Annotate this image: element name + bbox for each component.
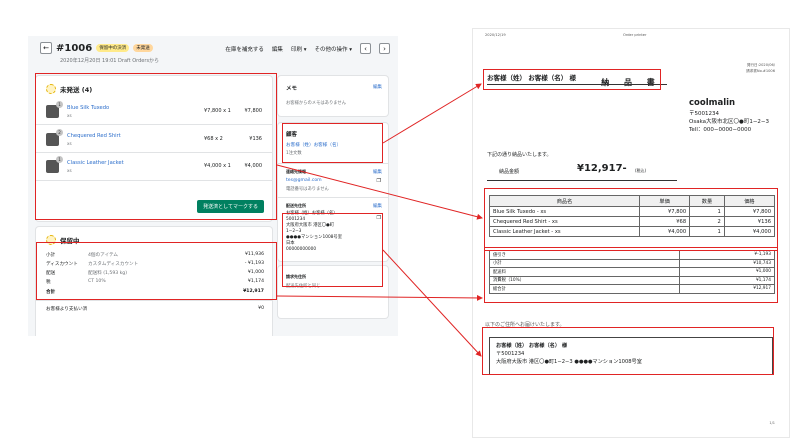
company-phone: Tell：000−0000−0000 bbox=[689, 127, 752, 133]
highlight-box bbox=[35, 73, 277, 220]
delivery-note: 下記の通り納品いたします。 bbox=[487, 152, 552, 158]
company-address: Osaka大阪市北区〇●町1−2−3 bbox=[689, 119, 770, 125]
issue-date: 発行日:2020/06/ bbox=[746, 63, 775, 67]
contact-email-link[interactable]: tes@gmail.com bbox=[286, 178, 322, 183]
amount-label: 納品金額 bbox=[499, 169, 520, 175]
print-menu[interactable]: 印刷 ▾ bbox=[291, 45, 307, 53]
paid-label: お客様より支払い済 bbox=[46, 307, 88, 312]
company-zip: 〒5001234 bbox=[689, 111, 719, 117]
more-actions-menu[interactable]: その他の操作 ▾ bbox=[314, 45, 352, 53]
payment-status-badge: 保留中の決済 bbox=[96, 44, 130, 52]
notes-card: メモ 編集 お客様からのメモはありません bbox=[278, 76, 388, 116]
order-header: ← #1006 保留中の決済 未発送 bbox=[40, 42, 153, 54]
copy-icon[interactable]: ❐ bbox=[377, 178, 381, 184]
print-date: 2020/12/19 bbox=[485, 33, 506, 37]
print-label: 印刷 bbox=[290, 46, 302, 53]
divider bbox=[278, 163, 388, 164]
fulfillment-status-badge: 未発送 bbox=[133, 44, 153, 52]
divider bbox=[36, 300, 272, 301]
notes-text: お客様からのメモはありません bbox=[286, 101, 347, 106]
tax-included-note: (税込) bbox=[635, 168, 647, 173]
shipping-title: 配送先住所 bbox=[286, 203, 306, 208]
company-name: coolmalin bbox=[689, 98, 736, 108]
highlight-box bbox=[484, 247, 778, 303]
highlight-box bbox=[282, 213, 383, 287]
paid-by-customer-row: お客様より支払い済 ¥0 bbox=[46, 306, 264, 312]
shipping-edit-link[interactable]: 編集 bbox=[373, 203, 382, 209]
invoice-number: 請求書No.#1006 bbox=[746, 69, 775, 73]
highlight-box bbox=[282, 123, 383, 163]
divider bbox=[278, 197, 388, 198]
contact-edit-link[interactable]: 編集 bbox=[373, 169, 382, 175]
contact-title: 連絡先情報 bbox=[286, 169, 306, 174]
amount-underline bbox=[487, 180, 677, 181]
contact-phone: 電話番号はありません bbox=[286, 187, 329, 192]
order-number: #1006 bbox=[56, 42, 93, 54]
paid-value: ¥0 bbox=[258, 306, 264, 311]
notes-edit-link[interactable]: 編集 bbox=[373, 84, 382, 90]
restock-button[interactable]: 在庫を補充する bbox=[225, 45, 264, 53]
print-app-name: Order printer bbox=[623, 33, 647, 37]
back-button[interactable]: ← bbox=[40, 42, 52, 54]
order-actions: 在庫を補充する 編集 印刷 ▾ その他の操作 ▾ ‹ › bbox=[225, 43, 390, 54]
notes-title: メモ bbox=[286, 86, 298, 92]
order-subtitle: 2020年12月20日 19:01 Draft Ordersから bbox=[60, 58, 160, 64]
highlight-box bbox=[484, 188, 778, 251]
highlight-box bbox=[36, 242, 277, 300]
edit-button[interactable]: 編集 bbox=[272, 45, 283, 53]
next-order-button[interactable]: › bbox=[379, 43, 390, 54]
more-actions-label: その他の操作 bbox=[314, 46, 348, 53]
page-number: 1/1 bbox=[769, 421, 775, 425]
prev-order-button[interactable]: ‹ bbox=[360, 43, 371, 54]
highlight-box bbox=[482, 327, 774, 375]
amount-value: ¥12,917- bbox=[577, 163, 627, 174]
highlight-box bbox=[483, 69, 661, 90]
